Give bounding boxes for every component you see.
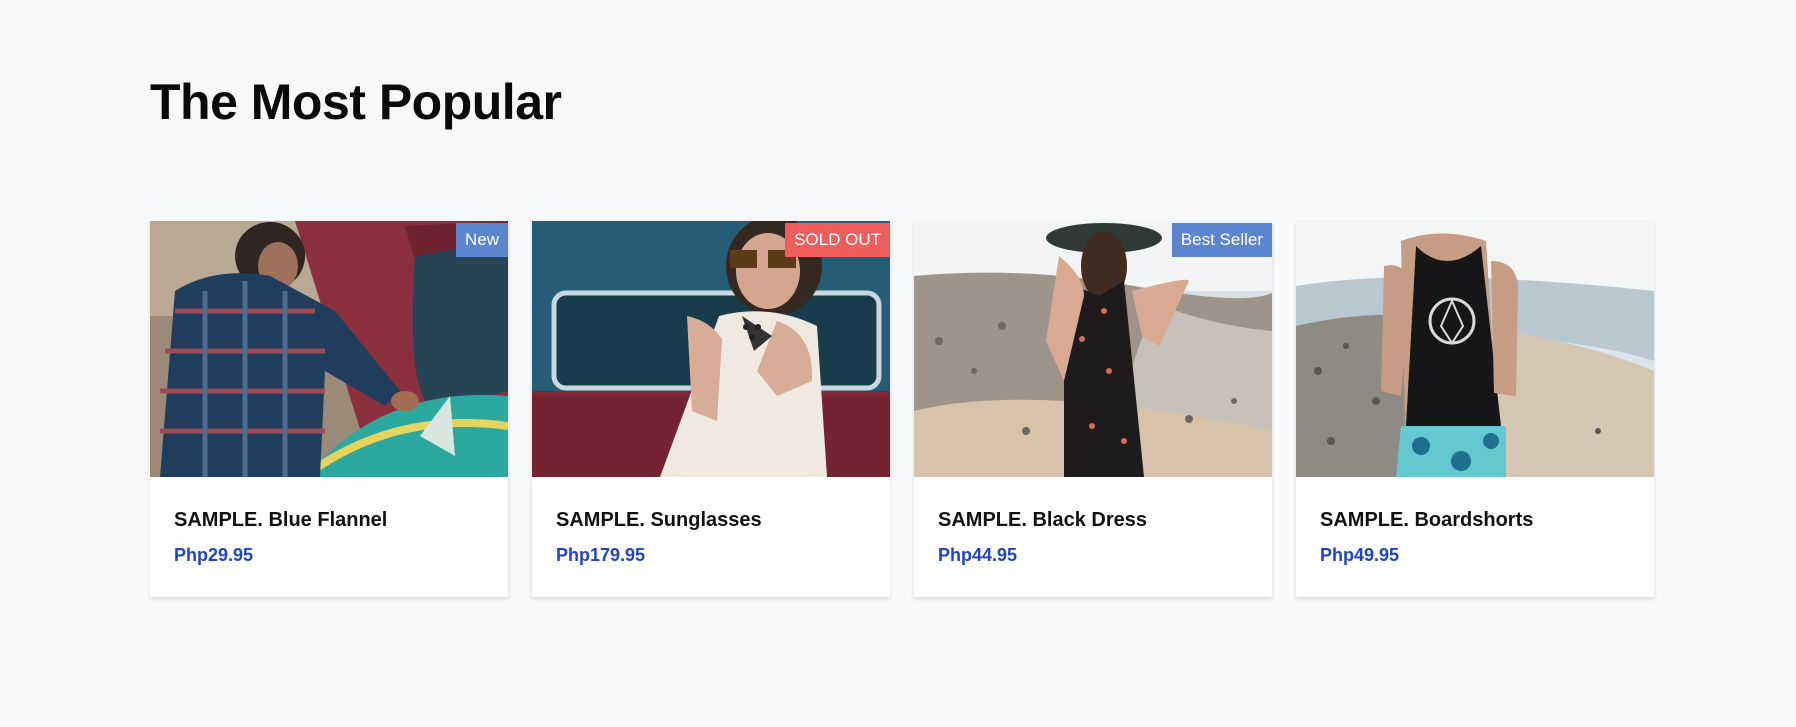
product-name[interactable]: SAMPLE. Sunglasses xyxy=(556,508,762,532)
most-popular-section: The Most Popular New SAMPLE. Blue Flanne… xyxy=(150,0,1655,727)
product-card-sunglasses[interactable]: SOLD OUT SAMPLE. Sunglasses Php179.95 xyxy=(532,221,890,597)
product-price: Php44.95 xyxy=(938,545,1018,565)
product-image-blue-flannel[interactable]: New xyxy=(150,221,508,477)
man-in-flannel-with-surfboard-image xyxy=(150,221,508,477)
product-info: SAMPLE. Blue Flannel Php29.95 xyxy=(174,508,387,566)
product-info: SAMPLE. Sunglasses Php179.95 xyxy=(556,508,762,566)
product-name[interactable]: SAMPLE. Boardshorts xyxy=(1320,508,1533,532)
product-name[interactable]: SAMPLE. Black Dress xyxy=(938,508,1147,532)
best-seller-badge: Best Seller xyxy=(1171,223,1272,257)
woman-in-sunglasses-image xyxy=(532,221,890,477)
product-card-blue-flannel[interactable]: New SAMPLE. Blue Flannel Php29.95 xyxy=(150,221,508,597)
product-grid: New SAMPLE. Blue Flannel Php29.95 SOLD O… xyxy=(150,221,1655,597)
new-badge: New xyxy=(455,223,508,257)
product-card-boardshorts[interactable]: SAMPLE. Boardshorts Php49.95 xyxy=(1296,221,1654,597)
product-image-boardshorts[interactable] xyxy=(1296,221,1654,477)
woman-in-black-dress-on-beach-image xyxy=(914,221,1272,477)
product-price: Php49.95 xyxy=(1320,545,1400,565)
product-image-black-dress[interactable]: Best Seller xyxy=(914,221,1272,477)
product-card-black-dress[interactable]: Best Seller SAMPLE. Black Dress Php44.95 xyxy=(914,221,1272,597)
section-title: The Most Popular xyxy=(150,74,562,130)
product-price: Php179.95 xyxy=(556,545,646,565)
product-image-sunglasses[interactable]: SOLD OUT xyxy=(532,221,890,477)
product-price: Php29.95 xyxy=(174,545,254,565)
man-in-tank-top-on-beach-image xyxy=(1296,221,1654,477)
product-info: SAMPLE. Black Dress Php44.95 xyxy=(938,508,1147,566)
sold-out-badge: SOLD OUT xyxy=(785,223,890,257)
product-info: SAMPLE. Boardshorts Php49.95 xyxy=(1320,508,1533,566)
product-name[interactable]: SAMPLE. Blue Flannel xyxy=(174,508,387,532)
